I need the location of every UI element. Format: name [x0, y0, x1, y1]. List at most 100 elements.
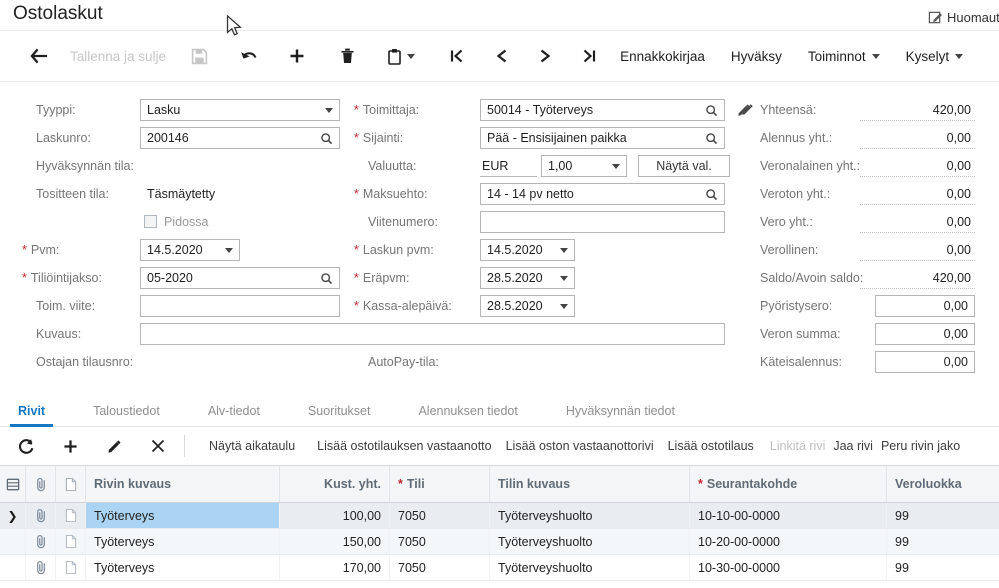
cell-subaccount[interactable]: 10-30-00-0000 [690, 555, 887, 580]
cell-account[interactable]: 7050 [390, 555, 490, 580]
tab-alennuksen-tiedot[interactable]: Alennuksen tiedot [414, 399, 521, 426]
vendor-ref-field[interactable] [140, 295, 340, 317]
delete-button[interactable] [334, 43, 360, 69]
vendor-field[interactable]: 50014 - Työterveys [480, 99, 725, 121]
calendar-dropdown-icon[interactable] [560, 248, 568, 253]
add-button[interactable] [284, 43, 310, 69]
rounding-diff-field[interactable]: 0,00 [875, 295, 975, 317]
grid-row-3[interactable]: Työterveys 170,00 7050 Työterveyshuolto … [0, 555, 999, 581]
cell-tax-category[interactable]: 99 [887, 503, 999, 528]
currency-code-field[interactable]: EUR [480, 155, 537, 177]
cell-account-description[interactable]: Työterveyshuolto [490, 529, 690, 554]
show-schedule-button[interactable]: Näytä aikataulu [209, 439, 295, 453]
refresh-button[interactable] [14, 434, 38, 458]
tab-taloustiedot[interactable]: Taloustiedot [89, 399, 164, 426]
search-icon[interactable] [705, 132, 718, 145]
cell-account[interactable]: 7050 [390, 503, 490, 528]
add-po-receipt-line-button[interactable]: Lisää oston vastaanottorivi [506, 439, 654, 453]
attachment-cell[interactable] [26, 503, 56, 528]
row-selector-cell[interactable] [0, 529, 26, 554]
next-record-button[interactable] [532, 43, 558, 69]
cell-account-description[interactable]: Työterveyshuolto [490, 503, 690, 528]
column-header-cost-total[interactable]: Kust. yht. [280, 466, 390, 502]
column-header-account-description[interactable]: Tilin kuvaus [490, 466, 690, 502]
invoice-date-field[interactable]: 14.5.2020 [480, 239, 575, 261]
inquiries-menu-button[interactable]: Kyselyt [906, 49, 964, 64]
split-line-button[interactable]: Jaa rivi [833, 439, 873, 453]
cell-description[interactable]: Työterveys [86, 529, 280, 554]
column-header-subaccount[interactable]: Seurantakohde [690, 466, 887, 502]
search-icon[interactable] [705, 104, 718, 117]
column-header-description[interactable]: Rivin kuvaus [86, 466, 280, 502]
calendar-dropdown-icon[interactable] [560, 276, 568, 281]
prebook-button[interactable]: Ennakkokirjaa [620, 49, 705, 64]
previous-record-button[interactable] [488, 43, 514, 69]
calendar-dropdown-icon[interactable] [225, 248, 233, 253]
location-field[interactable]: Pää - Ensisijainen paikka [480, 127, 725, 149]
attachment-cell[interactable] [26, 555, 56, 580]
ref-number-field[interactable] [480, 211, 725, 233]
note-cell[interactable] [56, 503, 86, 528]
cell-cost-total[interactable]: 150,00 [280, 529, 390, 554]
invoice-no-field[interactable]: 200146 [140, 127, 340, 149]
currency-rate-dropdown[interactable]: 1,00 [541, 155, 627, 177]
tab-alv-tiedot[interactable]: Alv-tiedot [204, 399, 264, 426]
add-row-button[interactable] [58, 434, 82, 458]
approve-button[interactable]: Hyväksy [731, 49, 782, 64]
tab-hyvaksynnan-tiedot[interactable]: Hyväksynnän tiedot [562, 399, 679, 426]
undo-split-button[interactable]: Peru rivin jako [881, 439, 960, 453]
add-po-button[interactable]: Lisää ostotilaus [668, 439, 754, 453]
grid-settings-header[interactable] [0, 466, 26, 502]
notes-column-header[interactable] [56, 466, 86, 502]
hold-checkbox[interactable] [144, 215, 157, 228]
edit-totals-button[interactable] [741, 103, 754, 116]
notes-button[interactable]: Huomautukset [928, 7, 999, 27]
type-dropdown[interactable]: Lasku [140, 99, 340, 121]
column-header-account[interactable]: Tili [390, 466, 490, 502]
cell-subaccount[interactable]: 10-10-00-0000 [690, 503, 887, 528]
edit-row-button[interactable] [102, 434, 126, 458]
back-button[interactable] [26, 43, 52, 69]
tab-suoritukset[interactable]: Suoritukset [304, 399, 375, 426]
search-icon[interactable] [320, 132, 333, 145]
note-cell[interactable] [56, 529, 86, 554]
cell-account-description[interactable]: Työterveyshuolto [490, 555, 690, 580]
cell-description[interactable]: Työterveys [86, 555, 280, 580]
link-line-button[interactable]: Linkitä rivi [770, 439, 826, 453]
column-header-tax-category[interactable]: Veroluokka [887, 466, 999, 502]
grid-row-1[interactable]: ❯ Työterveys 100,00 7050 Työterveyshuolt… [0, 503, 999, 529]
delete-row-button[interactable] [146, 434, 170, 458]
tab-rivit[interactable]: Rivit [14, 399, 49, 426]
first-record-button[interactable] [444, 43, 470, 69]
due-date-field[interactable]: 28.5.2020 [480, 267, 575, 289]
cell-description[interactable]: Työterveys [86, 503, 280, 528]
calendar-dropdown-icon[interactable] [560, 304, 568, 309]
save-and-close-button[interactable]: Tallenna ja sulje [70, 49, 166, 64]
row-selector-cell[interactable]: ❯ [0, 503, 26, 528]
cash-discount-field[interactable]: 0,00 [875, 351, 975, 373]
cash-discount-date-field[interactable]: 28.5.2020 [480, 295, 575, 317]
copy-paste-menu-button[interactable] [382, 43, 420, 69]
cell-tax-category[interactable]: 99 [887, 555, 999, 580]
cell-account[interactable]: 7050 [390, 529, 490, 554]
undo-button[interactable] [236, 43, 262, 69]
search-icon[interactable] [320, 272, 333, 285]
description-field[interactable] [140, 323, 725, 345]
grid-row-2[interactable]: Työterveys 150,00 7050 Työterveyshuolto … [0, 529, 999, 555]
row-selector-cell[interactable] [0, 555, 26, 580]
attachments-column-header[interactable] [26, 466, 56, 502]
attachment-cell[interactable] [26, 529, 56, 554]
cell-subaccount[interactable]: 10-20-00-0000 [690, 529, 887, 554]
actions-menu-button[interactable]: Toiminnot [808, 49, 880, 64]
last-record-button[interactable] [576, 43, 602, 69]
note-cell[interactable] [56, 555, 86, 580]
view-currency-button[interactable]: Näytä val. [638, 155, 730, 177]
tax-amount-field[interactable]: 0,00 [875, 323, 975, 345]
cell-cost-total[interactable]: 100,00 [280, 503, 390, 528]
add-po-receipt-button[interactable]: Lisää ostotilauksen vastaanotto [317, 439, 491, 453]
cell-cost-total[interactable]: 170,00 [280, 555, 390, 580]
save-button[interactable] [186, 43, 212, 69]
cell-tax-category[interactable]: 99 [887, 529, 999, 554]
terms-field[interactable]: 14 - 14 pv netto [480, 183, 725, 205]
search-icon[interactable] [705, 188, 718, 201]
